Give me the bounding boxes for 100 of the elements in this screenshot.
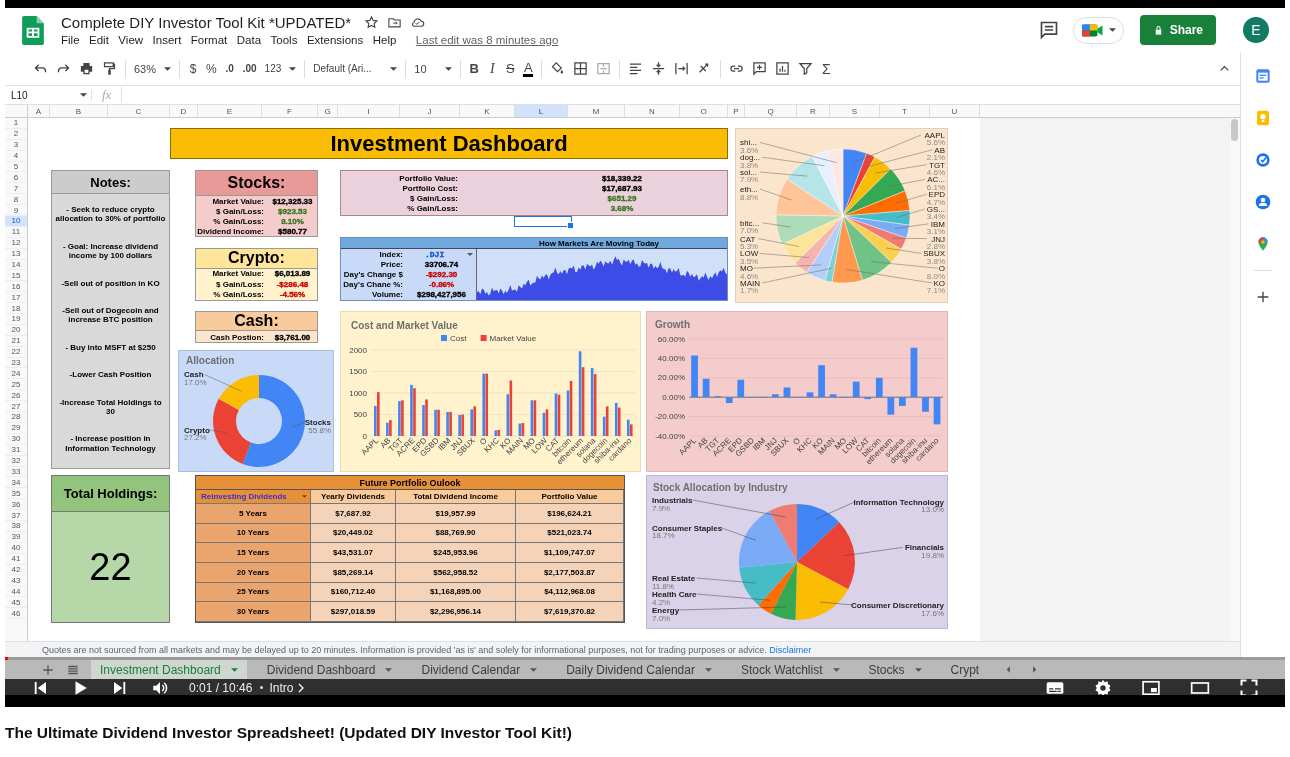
menu-item[interactable]: Format — [190, 34, 228, 46]
row-header[interactable]: 17 — [5, 292, 27, 304]
font-size-dropdown[interactable]: 10 — [414, 62, 453, 75]
row-header[interactable]: 36 — [5, 499, 27, 511]
menu-item[interactable]: Tools — [270, 34, 298, 46]
menu-item[interactable]: Data — [236, 34, 262, 46]
row-header[interactable]: 24 — [5, 368, 27, 380]
row-header[interactable]: 8 — [5, 194, 27, 206]
row-header[interactable]: 45 — [5, 597, 27, 609]
number-format-dropdown[interactable]: 123 — [264, 63, 297, 74]
column-header[interactable]: C — [108, 105, 170, 117]
decrease-decimals-button[interactable]: .0 — [224, 63, 235, 74]
last-edit-link[interactable]: Last edit was 8 minutes ago — [415, 34, 559, 46]
sheet-tab[interactable]: Stock Watchlist — [731, 660, 849, 679]
currency-button[interactable]: $ — [188, 61, 199, 76]
column-header[interactable]: D — [170, 105, 198, 117]
row-header[interactable]: 14 — [5, 259, 27, 271]
row-header[interactable]: 31 — [5, 444, 27, 456]
percent-button[interactable]: % — [206, 61, 217, 76]
menu-item[interactable]: File — [61, 34, 80, 46]
zoom-dropdown[interactable]: 63% — [134, 62, 172, 75]
sheet-tab[interactable]: Stocks — [859, 660, 931, 679]
row-header[interactable]: 34 — [5, 477, 27, 489]
row-header[interactable]: 39 — [5, 531, 27, 543]
sheet-tab[interactable]: Dividend Dashboard — [257, 660, 402, 679]
row-header[interactable]: 44 — [5, 586, 27, 598]
row-header[interactable]: 21 — [5, 335, 27, 347]
text-color-button[interactable]: A — [523, 60, 534, 77]
row-header[interactable]: 11 — [5, 226, 27, 238]
row-header[interactable]: 35 — [5, 488, 27, 500]
row-header[interactable]: 15 — [5, 270, 27, 282]
row-header[interactable]: 13 — [5, 248, 27, 260]
column-header[interactable]: G — [318, 105, 338, 117]
row-header[interactable]: 4 — [5, 150, 27, 162]
row-header[interactable]: 12 — [5, 237, 27, 249]
row-header[interactable]: 29 — [5, 422, 27, 434]
column-header[interactable]: S — [830, 105, 880, 117]
row-header[interactable]: 23 — [5, 357, 27, 369]
row-header[interactable]: 18 — [5, 303, 27, 315]
disclaimer-link[interactable]: Disclaimer — [769, 645, 812, 655]
row-header[interactable]: 46 — [5, 608, 27, 619]
row-header[interactable]: 40 — [5, 542, 27, 554]
sheet-tab[interactable]: Daily Dividend Calendar — [557, 660, 721, 679]
row-header[interactable]: 10 — [5, 216, 27, 227]
menu-item[interactable]: Help — [372, 34, 397, 46]
index-dropdown[interactable]: .DJI — [407, 249, 476, 259]
row-header[interactable]: 6 — [5, 172, 27, 184]
row-header[interactable]: 1 — [5, 118, 27, 129]
row-header[interactable]: 3 — [5, 139, 27, 151]
row-header[interactable]: 25 — [5, 379, 27, 391]
sheet-tab[interactable]: Investment Dashboard — [91, 660, 247, 679]
row-header[interactable]: 37 — [5, 510, 27, 521]
row-header[interactable]: 42 — [5, 564, 27, 576]
sheet-tab[interactable]: Dividend Calendar — [412, 660, 547, 679]
row-header[interactable]: 20 — [5, 324, 27, 336]
row-header[interactable]: 32 — [5, 455, 27, 467]
column-header[interactable]: E — [198, 105, 262, 117]
chapter-link[interactable]: Intro — [269, 680, 294, 695]
document-title[interactable]: Complete DIY Investor Tool Kit *UPDATED* — [61, 14, 352, 31]
name-box[interactable]: L10 — [5, 89, 92, 101]
column-header[interactable]: B — [50, 105, 108, 117]
column-header[interactable]: F — [262, 105, 318, 117]
row-header[interactable]: 26 — [5, 390, 27, 402]
column-header[interactable]: N — [625, 105, 680, 117]
column-header[interactable]: T — [880, 105, 930, 117]
column-header[interactable]: M — [568, 105, 625, 117]
row-header[interactable]: 2 — [5, 128, 27, 140]
row-header[interactable]: 16 — [5, 281, 27, 293]
share-button[interactable]: Share — [1139, 15, 1216, 45]
column-header[interactable]: U — [930, 105, 980, 117]
user-avatar[interactable]: E — [1243, 17, 1269, 43]
row-header[interactable]: 38 — [5, 520, 27, 532]
row-header[interactable]: 27 — [5, 401, 27, 413]
column-header[interactable]: P — [728, 105, 745, 117]
menu-item[interactable]: Edit — [89, 34, 109, 46]
italic-button[interactable]: I — [487, 60, 498, 77]
column-header[interactable]: I — [338, 105, 400, 117]
strikethrough-button[interactable]: S — [505, 61, 516, 76]
font-dropdown[interactable]: Default (Ari... — [313, 63, 398, 74]
column-header[interactable]: Q — [745, 105, 797, 117]
row-header[interactable]: 19 — [5, 314, 27, 325]
menu-item[interactable]: Extensions — [306, 34, 364, 46]
sheet-tab[interactable]: Crypt — [941, 660, 989, 679]
bold-button[interactable]: B — [469, 61, 480, 76]
row-header[interactable]: 33 — [5, 466, 27, 478]
row-header[interactable]: 28 — [5, 412, 27, 423]
column-header[interactable]: R — [797, 105, 830, 117]
row-header[interactable]: 30 — [5, 433, 27, 445]
row-header[interactable]: 7 — [5, 183, 27, 195]
row-header[interactable]: 5 — [5, 161, 27, 173]
menu-item[interactable]: Insert — [152, 34, 182, 46]
increase-decimals-button[interactable]: .00 — [242, 63, 257, 74]
column-header[interactable]: J — [400, 105, 460, 117]
column-header[interactable]: A — [28, 105, 50, 117]
row-header[interactable]: 41 — [5, 553, 27, 565]
column-header[interactable]: L — [515, 105, 568, 117]
column-header[interactable]: O — [680, 105, 728, 117]
row-header[interactable]: 43 — [5, 575, 27, 587]
menu-item[interactable]: View — [118, 34, 144, 46]
functions-button[interactable]: Σ — [821, 60, 832, 77]
